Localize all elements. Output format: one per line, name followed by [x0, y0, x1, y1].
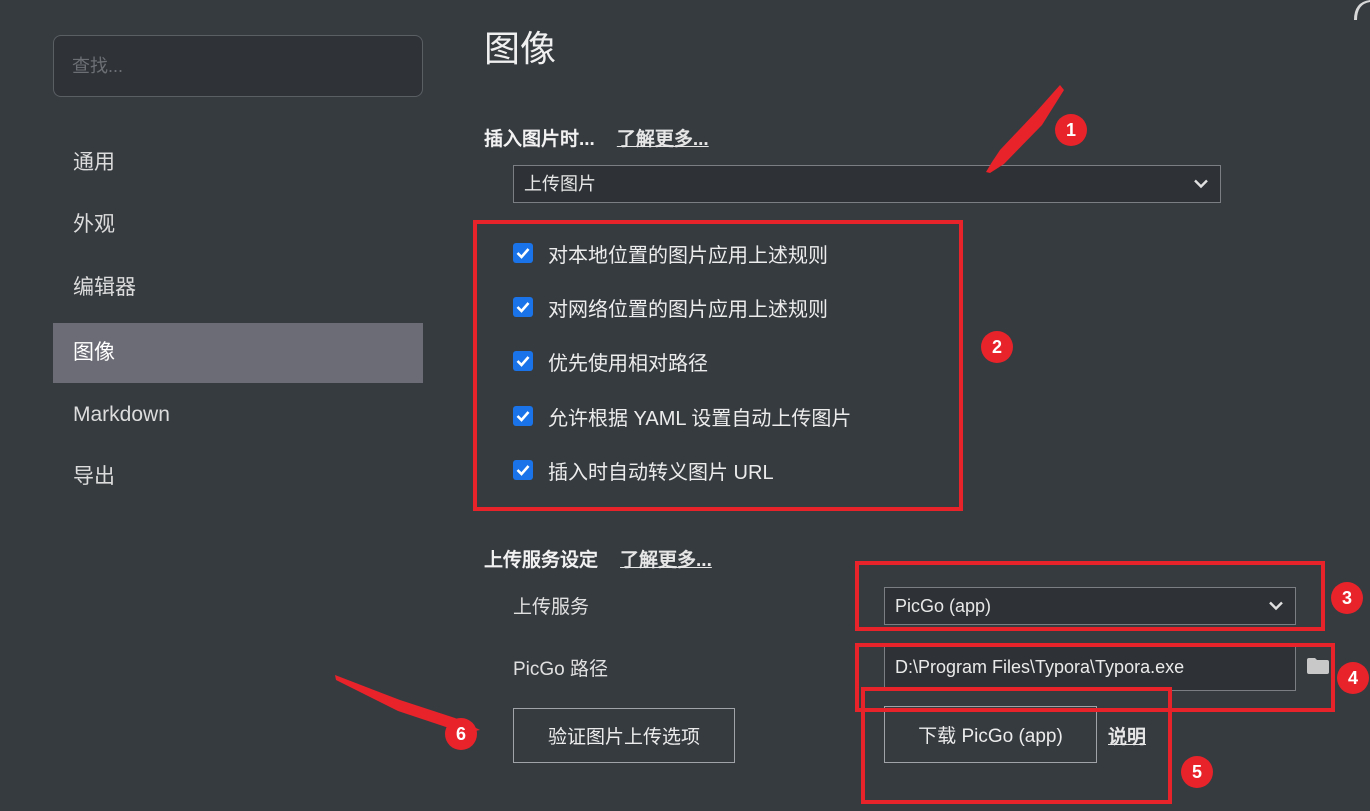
sidebar-item-appearance[interactable]: 外观: [53, 195, 423, 255]
chevron-down-icon: [1194, 179, 1208, 189]
sidebar-item-image[interactable]: 图像: [53, 323, 423, 383]
sidebar-item-export[interactable]: 导出: [53, 447, 423, 507]
annotation-badge-1: 1: [1055, 114, 1087, 146]
insert-image-action-value: 上传图片: [524, 174, 596, 194]
insert-image-heading: 插入图片时... 了解更多...: [484, 124, 709, 151]
upload-service-heading: 上传服务设定 了解更多...: [484, 545, 712, 572]
annotation-badge-4: 4: [1337, 662, 1369, 694]
upload-service-heading-label: 上传服务设定: [484, 550, 599, 571]
upload-service-label: 上传服务: [513, 597, 590, 618]
annotation-box-5: [861, 687, 1172, 804]
insert-image-action-select[interactable]: 上传图片: [513, 165, 1221, 203]
insert-learn-more-link[interactable]: 了解更多...: [617, 129, 709, 150]
sidebar-item-general[interactable]: 通用: [53, 133, 423, 193]
sidebar-item-markdown[interactable]: Markdown: [53, 385, 423, 445]
preferences-window: 通用 外观 编辑器 图像 Markdown 导出 图像 插入图片时... 了解更多…: [0, 0, 1370, 811]
annotation-badge-2: 2: [981, 331, 1013, 363]
insert-image-heading-label: 插入图片时...: [484, 129, 595, 150]
window-corner-decoration: [1354, 0, 1370, 20]
annotation-badge-6: 6: [445, 718, 477, 750]
sidebar-item-editor[interactable]: 编辑器: [53, 258, 423, 318]
page-title: 图像: [484, 28, 557, 69]
picgo-path-label: PicGo 路径: [513, 659, 609, 680]
annotation-arrow-1: [986, 85, 1064, 173]
annotation-box-2: [473, 220, 963, 511]
verify-upload-button[interactable]: 验证图片上传选项: [513, 708, 735, 763]
search-input[interactable]: [53, 35, 423, 97]
upload-learn-more-link[interactable]: 了解更多...: [620, 550, 712, 571]
annotation-badge-5: 5: [1181, 756, 1213, 788]
annotation-box-3: [855, 561, 1325, 631]
annotation-badge-3: 3: [1331, 582, 1363, 614]
